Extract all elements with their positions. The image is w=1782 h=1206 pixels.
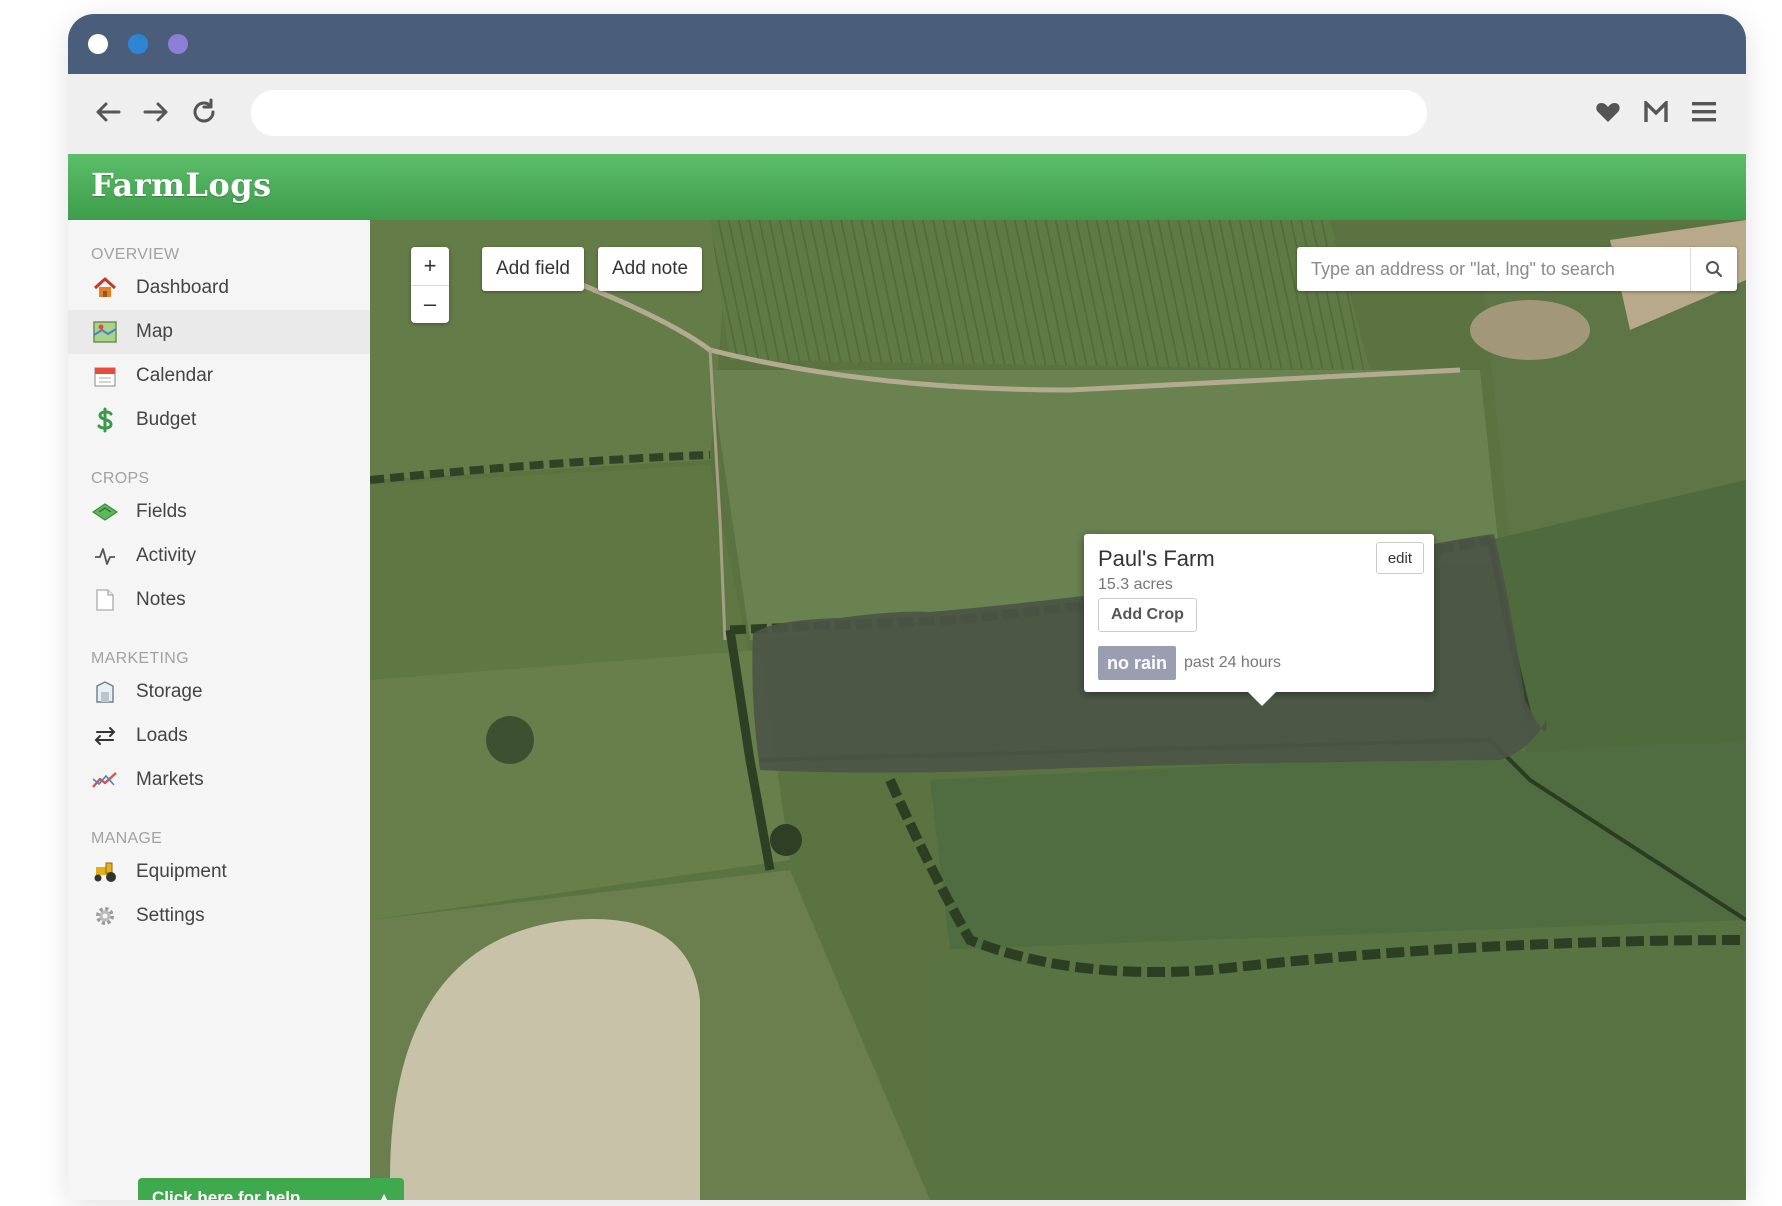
edit-field-button[interactable]: edit: [1375, 542, 1424, 574]
sidebar-item-activity[interactable]: Activity: [68, 534, 370, 578]
sidebar-item-budget[interactable]: Budget: [68, 398, 370, 442]
map-search-input[interactable]: [1297, 247, 1689, 291]
sidebar-item-label: Equipment: [136, 861, 227, 882]
loads-icon: [92, 723, 118, 749]
heart-icon: [1596, 103, 1620, 122]
gmail-icon: [1644, 101, 1668, 122]
sidebar-item-label: Storage: [136, 681, 203, 702]
markets-icon: [92, 767, 118, 793]
field-name: Paul's Farm: [1098, 546, 1215, 571]
sidebar-item-loads[interactable]: Loads: [68, 714, 370, 758]
back-button[interactable]: [88, 92, 128, 132]
gear-icon: [92, 903, 118, 929]
back-arrow-icon: [96, 102, 121, 122]
rain-period-label: past 24 hours: [1184, 654, 1281, 671]
sidebar-item-label: Settings: [136, 905, 205, 926]
sidebar-item-calendar[interactable]: Calendar: [68, 354, 370, 398]
sidebar-item-notes[interactable]: Notes: [68, 578, 370, 622]
menu-icon: [1692, 102, 1716, 122]
sidebar-item-storage[interactable]: Storage: [68, 670, 370, 714]
field-popup: Paul's Farm 15.3 acres edit Add Crop no …: [1084, 534, 1434, 706]
browser-menu-button[interactable]: [1684, 92, 1724, 132]
section-title-marketing: MARKETING: [91, 650, 189, 667]
sidebar-item-label: Dashboard: [136, 277, 229, 298]
sidebar-item-label: Activity: [136, 545, 197, 566]
sidebar-item-label: Fields: [136, 501, 187, 522]
dollar-icon: [92, 407, 118, 433]
zoom-in-button[interactable]: +: [411, 247, 449, 285]
app-logo[interactable]: FarmLogs: [91, 166, 272, 204]
sidebar: OVERVIEW Dashboard Map Calendar Budget C…: [68, 220, 371, 1200]
window-titlebar: [68, 14, 1746, 74]
browser-toolbar: [68, 74, 1746, 154]
browser-window: FarmLogs OVERVIEW Dashboard Map Calendar…: [68, 14, 1746, 1200]
minimize-window-button[interactable]: [128, 34, 148, 54]
sidebar-item-fields[interactable]: Fields: [68, 490, 370, 534]
note-icon: [92, 587, 118, 613]
forward-button[interactable]: [136, 92, 176, 132]
help-button[interactable]: Click here for help ▲: [138, 1178, 404, 1200]
zoom-control: + –: [411, 247, 449, 323]
forward-arrow-icon: [143, 102, 168, 122]
sidebar-item-label: Calendar: [136, 365, 214, 386]
field-acres: 15.3 acres: [1098, 576, 1173, 593]
app-header: FarmLogs: [68, 154, 1746, 220]
section-title-overview: OVERVIEW: [91, 246, 180, 263]
reload-icon: [193, 98, 215, 123]
field-icon: [92, 499, 118, 525]
section-title-manage: MANAGE: [91, 830, 163, 847]
add-note-button[interactable]: Add note: [598, 247, 703, 291]
map-search: [1297, 247, 1737, 291]
section-title-crops: CROPS: [91, 470, 150, 487]
tractor-icon: [92, 859, 118, 885]
sidebar-item-label: Budget: [136, 409, 197, 430]
sidebar-item-label: Notes: [136, 589, 186, 610]
sidebar-item-label: Loads: [136, 725, 188, 746]
calendar-icon: [92, 363, 118, 389]
sidebar-item-equipment[interactable]: Equipment: [68, 850, 370, 894]
house-icon: [92, 275, 118, 301]
sidebar-item-dashboard[interactable]: Dashboard: [68, 266, 370, 310]
add-field-button[interactable]: Add field: [482, 247, 584, 291]
satellite-imagery: [370, 220, 1746, 1200]
help-button-label: Click here for help: [152, 1188, 301, 1200]
sidebar-item-settings[interactable]: Settings: [68, 894, 370, 938]
map-icon: [92, 319, 118, 345]
sidebar-item-label: Map: [136, 321, 173, 342]
storage-icon: [92, 679, 118, 705]
sidebar-item-label: Markets: [136, 769, 204, 790]
map-search-button[interactable]: [1690, 247, 1737, 291]
activity-icon: [92, 543, 118, 569]
close-window-button[interactable]: [88, 34, 108, 54]
add-crop-button[interactable]: Add Crop: [1098, 598, 1197, 632]
zoom-out-button[interactable]: –: [411, 285, 449, 322]
maximize-window-button[interactable]: [168, 34, 188, 54]
map-view[interactable]: + – Add field Add note Paul's Farm 15.3 …: [370, 220, 1746, 1200]
rain-status-badge: no rain: [1098, 646, 1177, 680]
search-icon: [1706, 261, 1723, 278]
favorites-button[interactable]: [1588, 92, 1628, 132]
sidebar-item-map[interactable]: Map: [68, 310, 370, 354]
address-bar[interactable]: [251, 90, 1427, 136]
gmail-button[interactable]: [1636, 92, 1676, 132]
sidebar-item-markets[interactable]: Markets: [68, 758, 370, 802]
reload-button[interactable]: [184, 92, 224, 132]
chevron-up-icon: ▲: [378, 1190, 390, 1200]
popup-pointer: [1246, 690, 1278, 706]
